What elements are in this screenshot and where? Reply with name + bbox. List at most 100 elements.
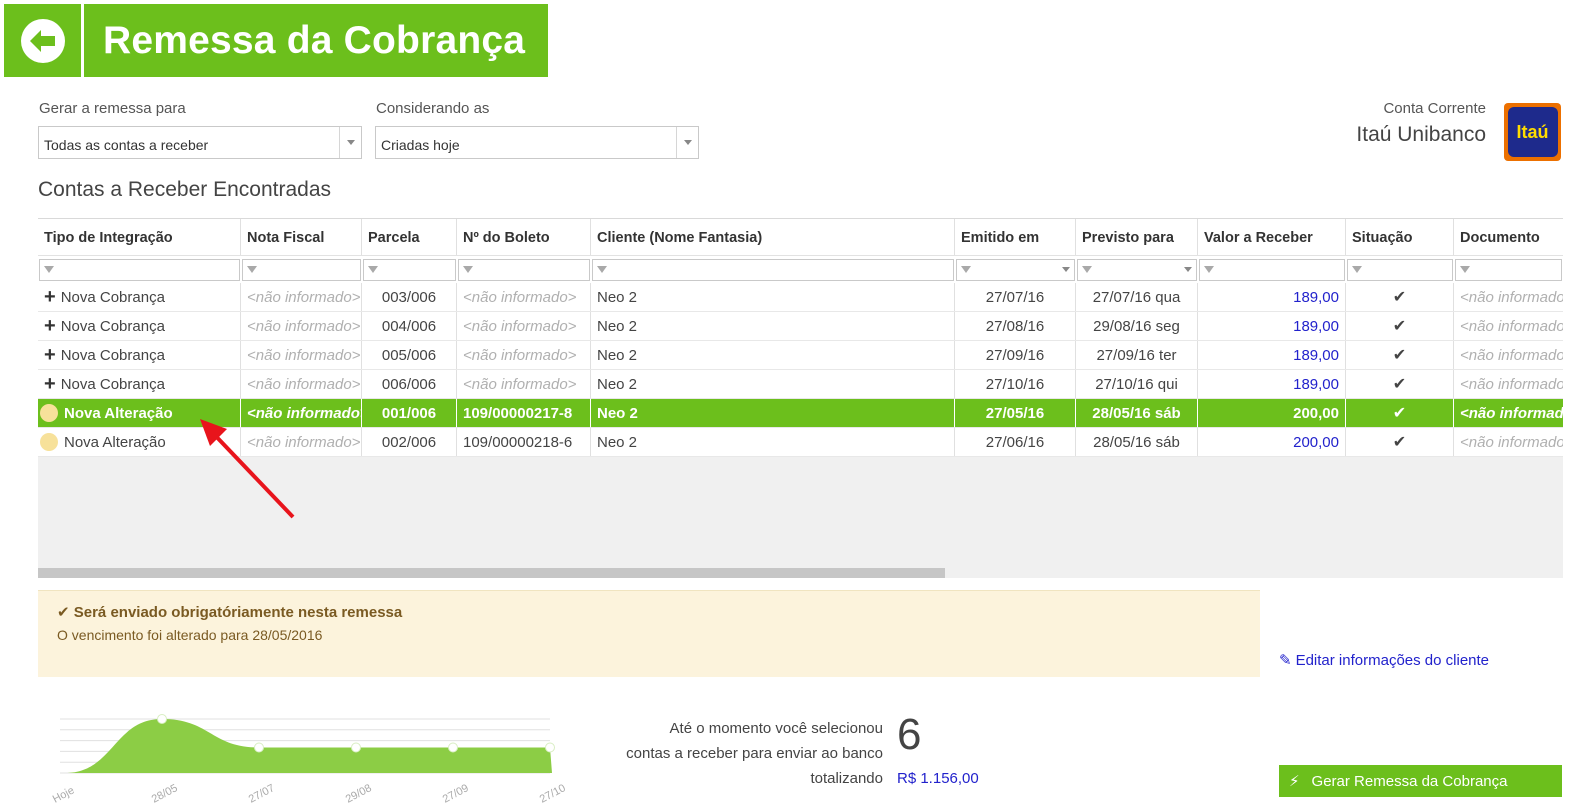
edit-client-label: Editar informações do cliente — [1295, 651, 1490, 669]
chart-area — [65, 719, 552, 773]
cell-previsto: 28/05/16 sáb — [1076, 428, 1198, 456]
col-header-cliente[interactable]: Cliente (Nome Fantasia) — [591, 219, 955, 255]
filter-input[interactable] — [1077, 258, 1197, 281]
filter-input[interactable] — [1347, 258, 1453, 281]
cell-nota: <não informado> — [241, 312, 362, 340]
filter-icon — [1204, 266, 1214, 273]
considerando-select[interactable]: Criadas hoje — [375, 126, 699, 159]
account-name: Itaú Unibanco — [1356, 123, 1486, 146]
col-header-previsto[interactable]: Previsto para — [1076, 219, 1198, 255]
filter-icon — [368, 266, 378, 273]
col-header-situacao[interactable]: Situação — [1346, 219, 1454, 255]
check-icon: ✔ — [1346, 399, 1454, 427]
filter-input[interactable] — [956, 258, 1075, 281]
filter-input[interactable] — [592, 258, 954, 281]
table-row[interactable]: + Nova Cobrança <não informado> 005/006 <… — [38, 341, 1563, 370]
cell-boleto: <não informado> — [457, 370, 591, 398]
cell-valor[interactable]: 189,00 — [1198, 312, 1346, 340]
selected-count: 6 — [897, 710, 922, 759]
page-title: Remessa da Cobrança — [103, 18, 526, 62]
grid-filter-row — [38, 256, 1563, 283]
edit-client-link[interactable]: ✎ Editar informações do cliente — [1279, 651, 1490, 670]
check-icon: ✔ — [1346, 341, 1454, 369]
grid-header-row: Tipo de Integração Nota Fiscal Parcela N… — [38, 219, 1563, 256]
section-title: Contas a Receber Encontradas — [38, 178, 332, 201]
col-header-boleto[interactable]: Nº do Boleto — [457, 219, 591, 255]
chart-point — [157, 714, 167, 724]
cell-previsto: 27/10/16 qui — [1076, 370, 1198, 398]
cell-previsto: 28/05/16 sáb — [1076, 399, 1198, 427]
cell-valor[interactable]: 189,00 — [1198, 341, 1346, 369]
cell-documento: <não informado> — [1460, 288, 1563, 306]
cell-boleto: <não informado> — [457, 283, 591, 311]
cell-documento: <não informado> — [1460, 375, 1563, 393]
timeline-chart: Hoje 28/05 27/07 29/08 27/09 27/10 — [51, 714, 568, 806]
cell-tipo: Nova Cobrança — [60, 317, 165, 335]
chart-point — [545, 742, 555, 753]
chart-point — [448, 742, 458, 753]
filter-icon — [597, 266, 607, 273]
col-header-nota[interactable]: Nota Fiscal — [241, 219, 362, 255]
summary-line3: totalizando — [810, 770, 883, 787]
col-header-emitido[interactable]: Emitido em — [955, 219, 1076, 255]
generate-remessa-button[interactable]: ⚡ Gerar Remessa da Cobrança — [1279, 765, 1562, 797]
table-row[interactable]: + Nova Cobrança <não informado> 004/006 <… — [38, 312, 1563, 341]
gerar-label: Gerar a remessa para — [39, 100, 186, 117]
filter-icon — [1460, 266, 1470, 273]
cell-valor[interactable]: 200,00 — [1198, 399, 1346, 427]
cell-previsto: 27/07/16 qua — [1076, 283, 1198, 311]
chart-tick-label: 27/10 — [538, 782, 568, 806]
plus-icon: + — [44, 372, 56, 395]
notice-panel: ✔ Será enviado obrigatóriamente nesta re… — [38, 590, 1260, 677]
filter-input[interactable] — [458, 258, 590, 281]
back-button[interactable] — [4, 4, 84, 77]
pencil-icon: ✎ — [1279, 652, 1292, 669]
filter-input[interactable] — [1199, 258, 1345, 281]
gerar-select[interactable]: Todas as contas a receber — [38, 126, 362, 159]
chart-tick-label: Hoje — [51, 784, 77, 805]
cell-tipo: Nova Cobrança — [60, 375, 165, 393]
col-header-documento[interactable]: Documento — [1454, 219, 1563, 255]
filter-input[interactable] — [39, 258, 240, 281]
cell-parcela: 005/006 — [362, 341, 457, 369]
cell-emitido: 27/10/16 — [955, 370, 1076, 398]
back-arrow-icon — [20, 18, 65, 63]
cell-previsto: 29/08/16 seg — [1076, 312, 1198, 340]
lightning-icon: ⚡ — [1289, 773, 1300, 790]
cell-boleto: <não informado> — [457, 341, 591, 369]
filter-icon — [44, 266, 54, 273]
chevron-down-icon[interactable] — [1180, 260, 1196, 280]
chart-tick-label: 27/07 — [247, 782, 277, 806]
check-icon: ✔ — [1346, 428, 1454, 456]
cell-tipo: Nova Alteração — [64, 404, 173, 422]
table-row[interactable]: + Nova Cobrança <não informado> 003/006 <… — [38, 283, 1563, 312]
cell-emitido: 27/09/16 — [955, 341, 1076, 369]
cell-valor[interactable]: 189,00 — [1198, 283, 1346, 311]
cell-valor[interactable]: 189,00 — [1198, 370, 1346, 398]
cell-cliente: Neo 2 — [591, 370, 955, 398]
chevron-down-icon[interactable] — [1058, 260, 1074, 280]
col-header-tipo[interactable]: Tipo de Integração — [38, 219, 241, 255]
plus-icon: + — [44, 285, 56, 308]
plus-icon: + — [44, 314, 56, 337]
cell-tipo: Nova Cobrança — [60, 346, 165, 364]
cell-cliente: Neo 2 — [591, 428, 955, 456]
chart-point — [254, 742, 264, 753]
filter-input[interactable] — [242, 258, 361, 281]
table-row[interactable]: + Nova Cobrança <não informado> 006/006 <… — [38, 370, 1563, 399]
cell-parcela: 004/006 — [362, 312, 457, 340]
summary-line2: contas a receber para enviar ao banco — [626, 745, 883, 762]
filter-input[interactable] — [363, 258, 456, 281]
cell-parcela: 006/006 — [362, 370, 457, 398]
status-dot-icon — [40, 433, 58, 451]
filter-icon — [1352, 266, 1362, 273]
cell-parcela: 001/006 — [362, 399, 457, 427]
col-header-valor[interactable]: Valor a Receber — [1198, 219, 1346, 255]
horizontal-scrollbar[interactable] — [38, 568, 945, 578]
col-header-parcela[interactable]: Parcela — [362, 219, 457, 255]
chevron-down-icon — [339, 127, 361, 158]
filter-input[interactable] — [1455, 258, 1562, 281]
status-dot-icon — [40, 404, 58, 422]
cell-valor[interactable]: 200,00 — [1198, 428, 1346, 456]
filter-icon — [1082, 266, 1092, 273]
